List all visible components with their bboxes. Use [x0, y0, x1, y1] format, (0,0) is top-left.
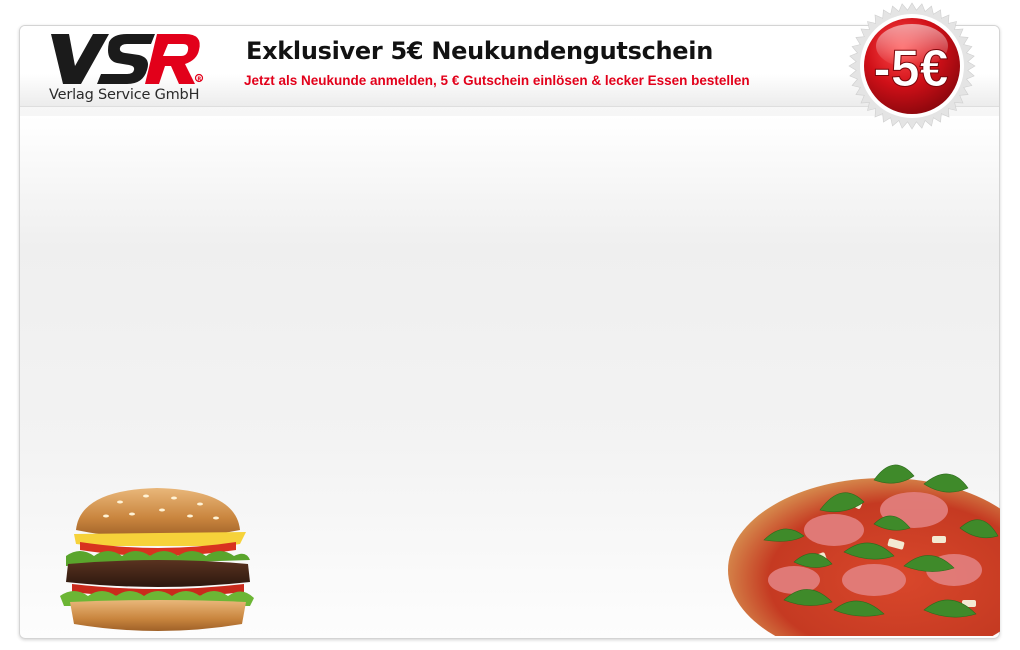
promo-headline: Exklusiver 5€ Neukundengutschein — [246, 37, 713, 65]
promo-subline: Jetzt als Neukunde anmelden, 5 € Gutsche… — [244, 73, 750, 88]
pizza-image — [728, 464, 1000, 636]
badge-text: -5€ — [873, 40, 948, 98]
vsr-logo[interactable]: R Verlag Service GmbH — [47, 30, 207, 104]
company-name: Verlag Service GmbH — [49, 87, 200, 103]
burger-image — [60, 488, 254, 631]
discount-badge: -5€ — [848, 2, 976, 130]
vsr-logo-mark: R — [51, 34, 204, 84]
svg-text:R: R — [197, 76, 201, 82]
